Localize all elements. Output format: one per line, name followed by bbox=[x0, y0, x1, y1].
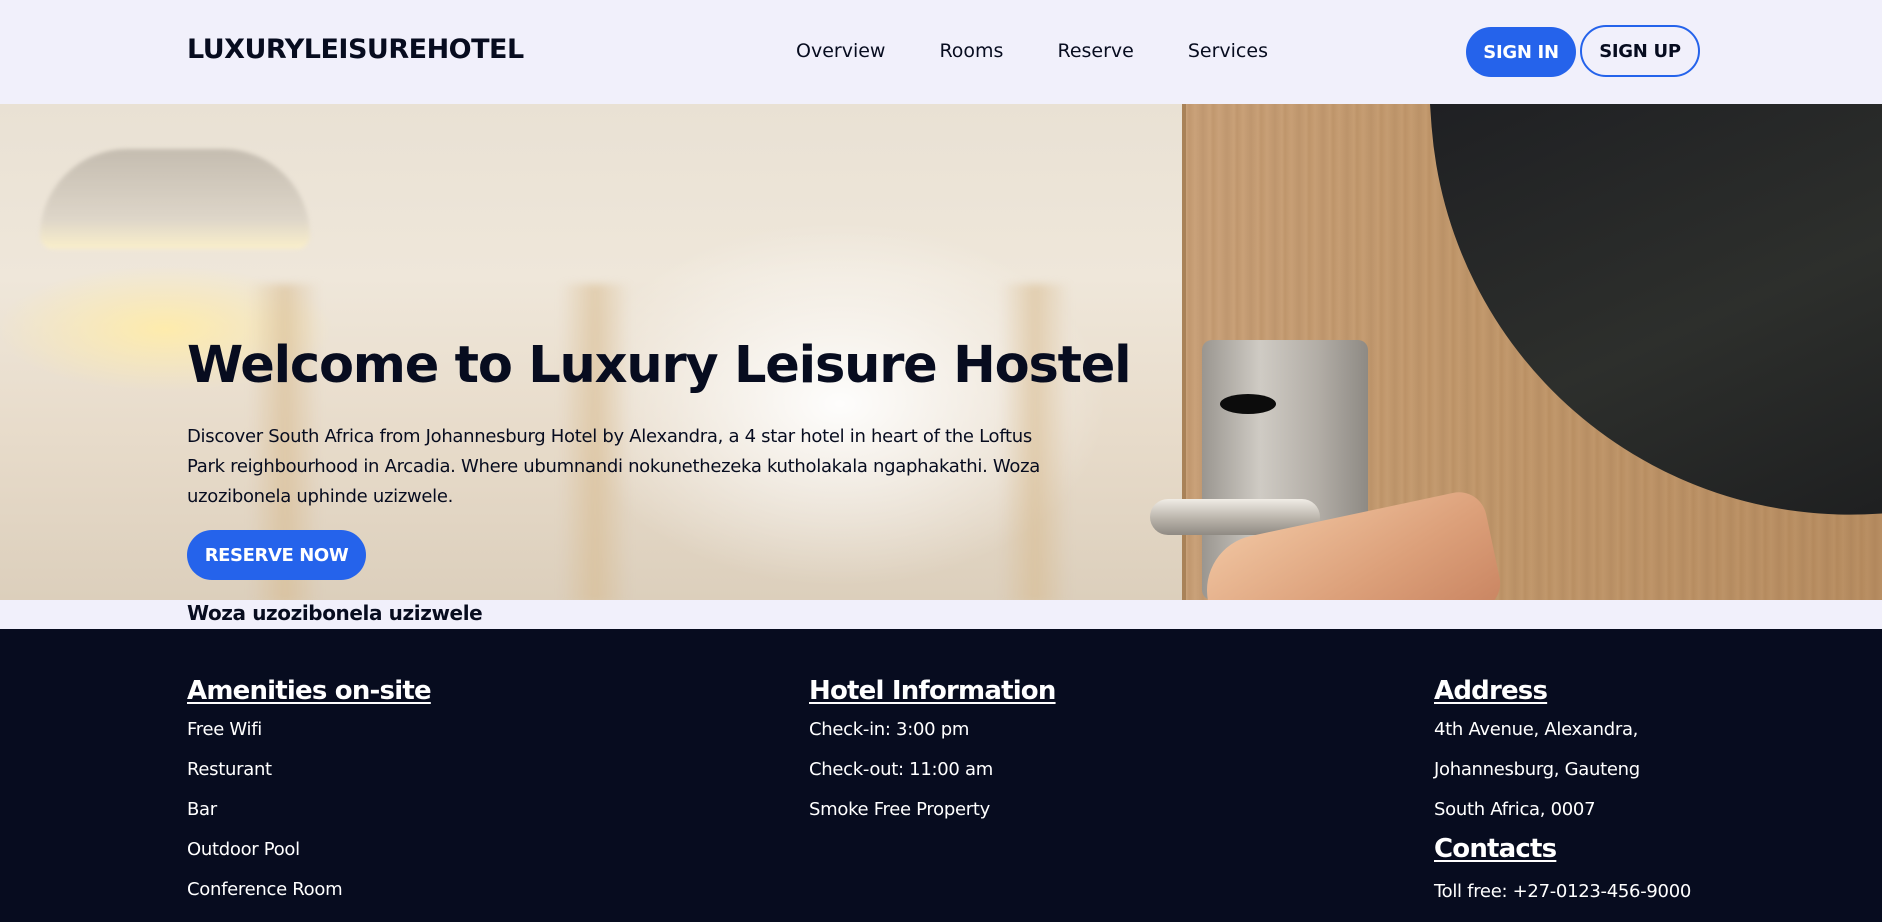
hotel-information-column: Hotel Information Check-in: 3:00 pm Chec… bbox=[809, 676, 1056, 840]
toll-free-number[interactable]: Toll free: +27-0123-456-9000 bbox=[1434, 882, 1691, 922]
nav-services[interactable]: Services bbox=[1188, 40, 1268, 62]
hotel-info-item: Check-in: 3:00 pm bbox=[809, 719, 970, 740]
amenities-column: Amenities on-site Free Wifi Resturant Ba… bbox=[187, 676, 432, 920]
hotel-information-heading: Hotel Information bbox=[809, 676, 1056, 706]
amenities-heading: Amenities on-site bbox=[187, 676, 432, 706]
hotel-information-list: Check-in: 3:00 pm Check-out: 11:00 am Sm… bbox=[809, 720, 1056, 840]
sign-up-button[interactable]: SIGN UP bbox=[1580, 25, 1700, 77]
amenity-item: Resturant bbox=[187, 759, 272, 780]
address-heading: Address bbox=[1434, 676, 1548, 706]
site-header: LUXURYLEISUREHOTEL Overview Rooms Reserv… bbox=[0, 0, 1882, 104]
amenity-item: Free Wifi bbox=[187, 719, 262, 740]
nav-rooms[interactable]: Rooms bbox=[939, 40, 1003, 62]
sign-in-button[interactable]: SIGN IN bbox=[1466, 27, 1576, 77]
hero-title: Welcome to Luxury Leisure Hostel bbox=[187, 336, 1132, 395]
hero-description: Discover South Africa from Johannesburg … bbox=[187, 426, 1040, 507]
nav-overview[interactable]: Overview bbox=[796, 40, 885, 62]
amenity-item: Bar bbox=[187, 799, 217, 820]
amenity-item: Outdoor Pool bbox=[187, 839, 300, 860]
contacts-heading: Contacts bbox=[1434, 834, 1557, 864]
amenity-item: Conference Room bbox=[187, 879, 343, 900]
hotel-info-item: Smoke Free Property bbox=[809, 799, 990, 820]
contacts-list: Toll free: +27-0123-456-9000 bbox=[1434, 882, 1691, 922]
address-line: Johannesburg, Gauteng bbox=[1434, 759, 1640, 780]
main-nav: Overview Rooms Reserve Services bbox=[796, 40, 1322, 62]
amenities-list: Free Wifi Resturant Bar Outdoor Pool Con… bbox=[187, 720, 431, 920]
site-footer: Amenities on-site Free Wifi Resturant Ba… bbox=[0, 629, 1882, 922]
hotel-info-item: Check-out: 11:00 am bbox=[809, 759, 993, 780]
reserve-now-button[interactable]: RESERVE NOW bbox=[187, 530, 366, 580]
pendant-lamp-graphic bbox=[40, 149, 310, 249]
lock-sensor-graphic bbox=[1220, 394, 1276, 414]
address-list: 4th Avenue, Alexandra, Johannesburg, Gau… bbox=[1434, 720, 1691, 840]
nav-reserve[interactable]: Reserve bbox=[1057, 40, 1133, 62]
hero-banner: Welcome to Luxury Leisure Hostel Discove… bbox=[0, 104, 1882, 600]
site-logo[interactable]: LUXURYLEISUREHOTEL bbox=[187, 34, 524, 65]
address-column: Address 4th Avenue, Alexandra, Johannesb… bbox=[1434, 676, 1691, 922]
tagline: Woza uzozibonela uzizwele bbox=[187, 601, 483, 625]
address-line: 4th Avenue, Alexandra, bbox=[1434, 719, 1639, 740]
